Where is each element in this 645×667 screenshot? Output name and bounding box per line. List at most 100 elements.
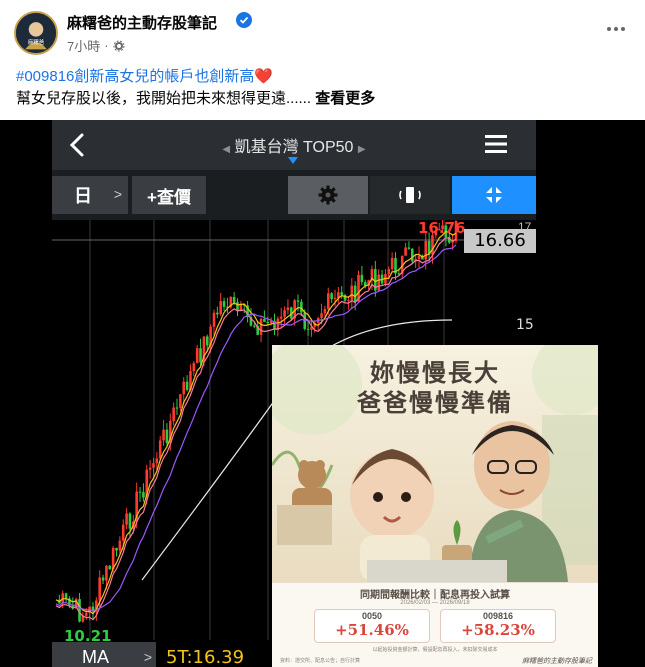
candle-body bbox=[115, 547, 118, 551]
post-photo[interactable]: ◀ 凱基台灣 TOP50 ▶ 日 > +查價 17 16.76 16.66 15… bbox=[0, 120, 645, 667]
candle-body bbox=[142, 492, 145, 498]
menu-icon[interactable] bbox=[484, 133, 508, 155]
more-icon[interactable] bbox=[605, 18, 627, 40]
candle-body bbox=[330, 293, 333, 300]
candle-body bbox=[232, 296, 236, 303]
candle-body bbox=[128, 513, 132, 529]
candle-body bbox=[333, 297, 337, 300]
candle-body bbox=[148, 467, 152, 470]
fund-return: +51.46% bbox=[335, 621, 409, 639]
candle-body bbox=[199, 348, 202, 363]
candle-body bbox=[212, 312, 216, 327]
candle-body bbox=[172, 407, 175, 421]
prev-arrow-icon[interactable]: ◀ bbox=[222, 144, 230, 155]
period-label: 日 bbox=[74, 186, 92, 206]
candle-body bbox=[320, 313, 323, 319]
panel-title: 同期間報酬比較｜配息再投入試算 bbox=[360, 590, 510, 601]
candle-body bbox=[350, 285, 354, 300]
candle-body bbox=[175, 407, 179, 409]
fund-code: 0050 bbox=[361, 611, 383, 621]
axis-tick-15: 15 bbox=[516, 317, 534, 333]
author-name[interactable]: 麻糬爸的主動存股筆記 bbox=[67, 12, 217, 33]
candle-body bbox=[182, 381, 186, 395]
candle-body bbox=[152, 463, 155, 468]
app-topbar: ◀ 凱基台灣 TOP50 ▶ bbox=[52, 120, 536, 170]
return-comparison-panel: 同期間報酬比較｜配息再投入試算 2026/02/03 — 2026/09/18 … bbox=[272, 582, 598, 667]
fund-card-a: 0050 +51.46% bbox=[314, 609, 430, 643]
candle-body bbox=[253, 325, 256, 327]
candle-body bbox=[98, 577, 101, 601]
svg-text:麻糬爸: 麻糬爸 bbox=[28, 38, 45, 46]
fund-code: 009816 bbox=[482, 611, 514, 621]
candle-body bbox=[121, 524, 125, 541]
fullscreen-icon bbox=[486, 187, 502, 203]
candle-body bbox=[84, 612, 88, 616]
period-selector[interactable]: 日 > bbox=[52, 176, 128, 214]
post-header: 麻糬爸 麻糬爸的主動存股筆記 7小時 · bbox=[0, 0, 645, 62]
poster-title-line2: 爸爸慢慢準備 bbox=[357, 388, 513, 417]
candle-body bbox=[340, 292, 344, 295]
candle-body bbox=[195, 348, 199, 364]
candle-body bbox=[296, 300, 300, 302]
chevron-right-icon: > bbox=[113, 186, 122, 202]
candle-body bbox=[118, 540, 122, 551]
ma-selector[interactable]: MA > bbox=[52, 642, 156, 667]
fullscreen-button[interactable] bbox=[452, 176, 536, 214]
panel-date-range: 2026/02/03 — 2026/09/18 bbox=[400, 600, 470, 606]
candle-body bbox=[377, 274, 380, 291]
ma-label: MA bbox=[82, 647, 109, 667]
candle-body bbox=[286, 307, 290, 311]
candle-body bbox=[390, 258, 394, 270]
candle-body bbox=[105, 565, 108, 581]
candle-body bbox=[165, 429, 169, 443]
rotate-icon bbox=[399, 187, 421, 203]
candle-body bbox=[404, 247, 407, 256]
candle-body bbox=[101, 577, 105, 581]
stock-title[interactable]: ◀ 凱基台灣 TOP50 ▶ bbox=[52, 133, 536, 157]
candle-body bbox=[279, 316, 283, 319]
panel-note: 以起始投資金額計算，假設配息再投入，未扣除交易成本 bbox=[372, 647, 498, 653]
settings-button[interactable] bbox=[288, 176, 368, 214]
candle-body bbox=[216, 312, 219, 315]
candle-body bbox=[138, 491, 142, 493]
current-price-tag: 16.66 bbox=[464, 229, 536, 253]
meta-separator: · bbox=[104, 38, 109, 53]
rotate-button[interactable] bbox=[370, 176, 450, 214]
candle-body bbox=[283, 310, 286, 317]
candle-body bbox=[411, 248, 414, 262]
poster-image: 妳慢慢長大 爸爸慢慢準備 同期間報酬比較｜配息再投入試算 2026/02/03 … bbox=[272, 345, 598, 667]
candle-body bbox=[326, 293, 330, 310]
candle-body bbox=[424, 240, 428, 260]
globe-gear-icon bbox=[113, 40, 125, 51]
candle-body bbox=[162, 429, 165, 441]
panel-source: 資料：證交所、配息公告；自行計算 bbox=[280, 658, 361, 664]
dropdown-caret-icon bbox=[288, 157, 298, 164]
candle-body bbox=[343, 294, 347, 301]
candle-body bbox=[347, 299, 350, 301]
candle-body bbox=[306, 328, 310, 330]
poster-signature: 麻糬爸的主動存股筆記 bbox=[522, 657, 592, 665]
candle-body bbox=[360, 274, 364, 283]
candle-body bbox=[259, 318, 263, 335]
query-price-button[interactable]: +查價 bbox=[132, 176, 206, 214]
next-arrow-icon[interactable]: ▶ bbox=[358, 144, 366, 155]
post-caption: #009816創新高女兒的帳戶也創新高❤️ 幫女兒存股以後，我開始把未來想得更遠… bbox=[16, 66, 626, 110]
candle-body bbox=[219, 301, 223, 315]
fund-return: +58.23% bbox=[461, 621, 535, 639]
candle-body bbox=[64, 593, 68, 599]
hashtag-link[interactable]: #009816創新高女兒的帳戶也創新高 bbox=[16, 68, 254, 85]
candle-body bbox=[185, 381, 189, 390]
candle-body bbox=[108, 565, 112, 570]
verified-icon bbox=[236, 12, 252, 28]
candle-body bbox=[158, 440, 162, 459]
candle-body bbox=[266, 321, 270, 324]
post-time[interactable]: 7小時 bbox=[67, 36, 100, 55]
author-avatar[interactable]: 麻糬爸 bbox=[14, 11, 58, 55]
candle-body bbox=[353, 285, 357, 302]
ma5-value: 5T:16.39 bbox=[166, 647, 245, 667]
post-meta: 7小時 · bbox=[67, 36, 125, 55]
see-more-link[interactable]: 查看更多 bbox=[315, 90, 375, 107]
heart-emoji: ❤️ bbox=[254, 68, 274, 85]
candle-body bbox=[431, 235, 434, 255]
caption-text: 幫女兒存股以後，我開始把未來想得更遠...... bbox=[16, 90, 312, 107]
